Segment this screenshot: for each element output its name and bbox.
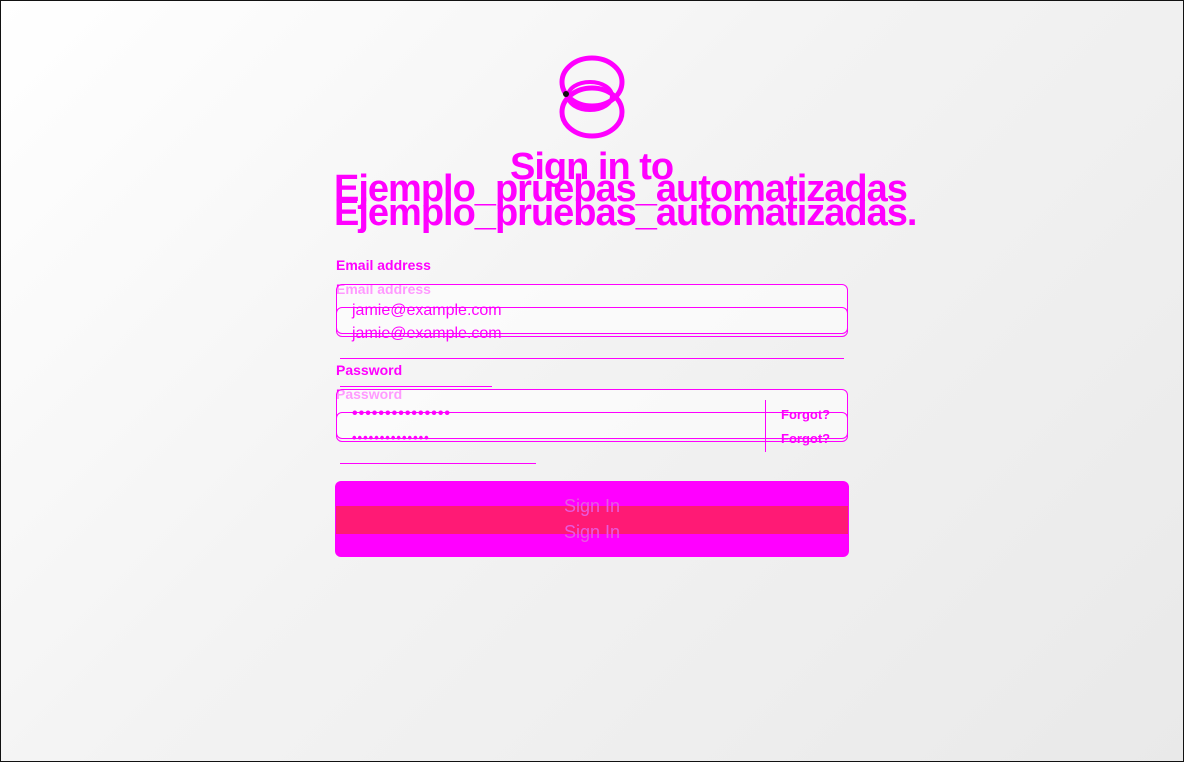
forgot-link[interactable]: Forgot? bbox=[781, 407, 830, 422]
email-underline bbox=[340, 358, 844, 359]
logo-icon bbox=[559, 55, 625, 139]
password-underline bbox=[340, 463, 536, 464]
password-value-ghost: •••••••••••••• bbox=[352, 430, 430, 445]
password-divider bbox=[765, 400, 766, 452]
sign-in-label-ghost: Sign In bbox=[563, 522, 621, 542]
password-value: ••••••••••••••• bbox=[352, 405, 452, 422]
email-value-ghost: jamie@example.com bbox=[352, 325, 502, 342]
sign-in-label: Sign In bbox=[563, 496, 621, 516]
password-label-underline bbox=[340, 386, 492, 387]
forgot-link-ghost[interactable]: Forgot? bbox=[781, 431, 830, 446]
email-label: Email address bbox=[336, 257, 431, 273]
title-line-2-ghost: Ejemplo_pruebas_automatizadas. bbox=[334, 192, 917, 234]
password-label: Password bbox=[336, 362, 403, 378]
email-value: jamie@example.com bbox=[352, 302, 502, 319]
